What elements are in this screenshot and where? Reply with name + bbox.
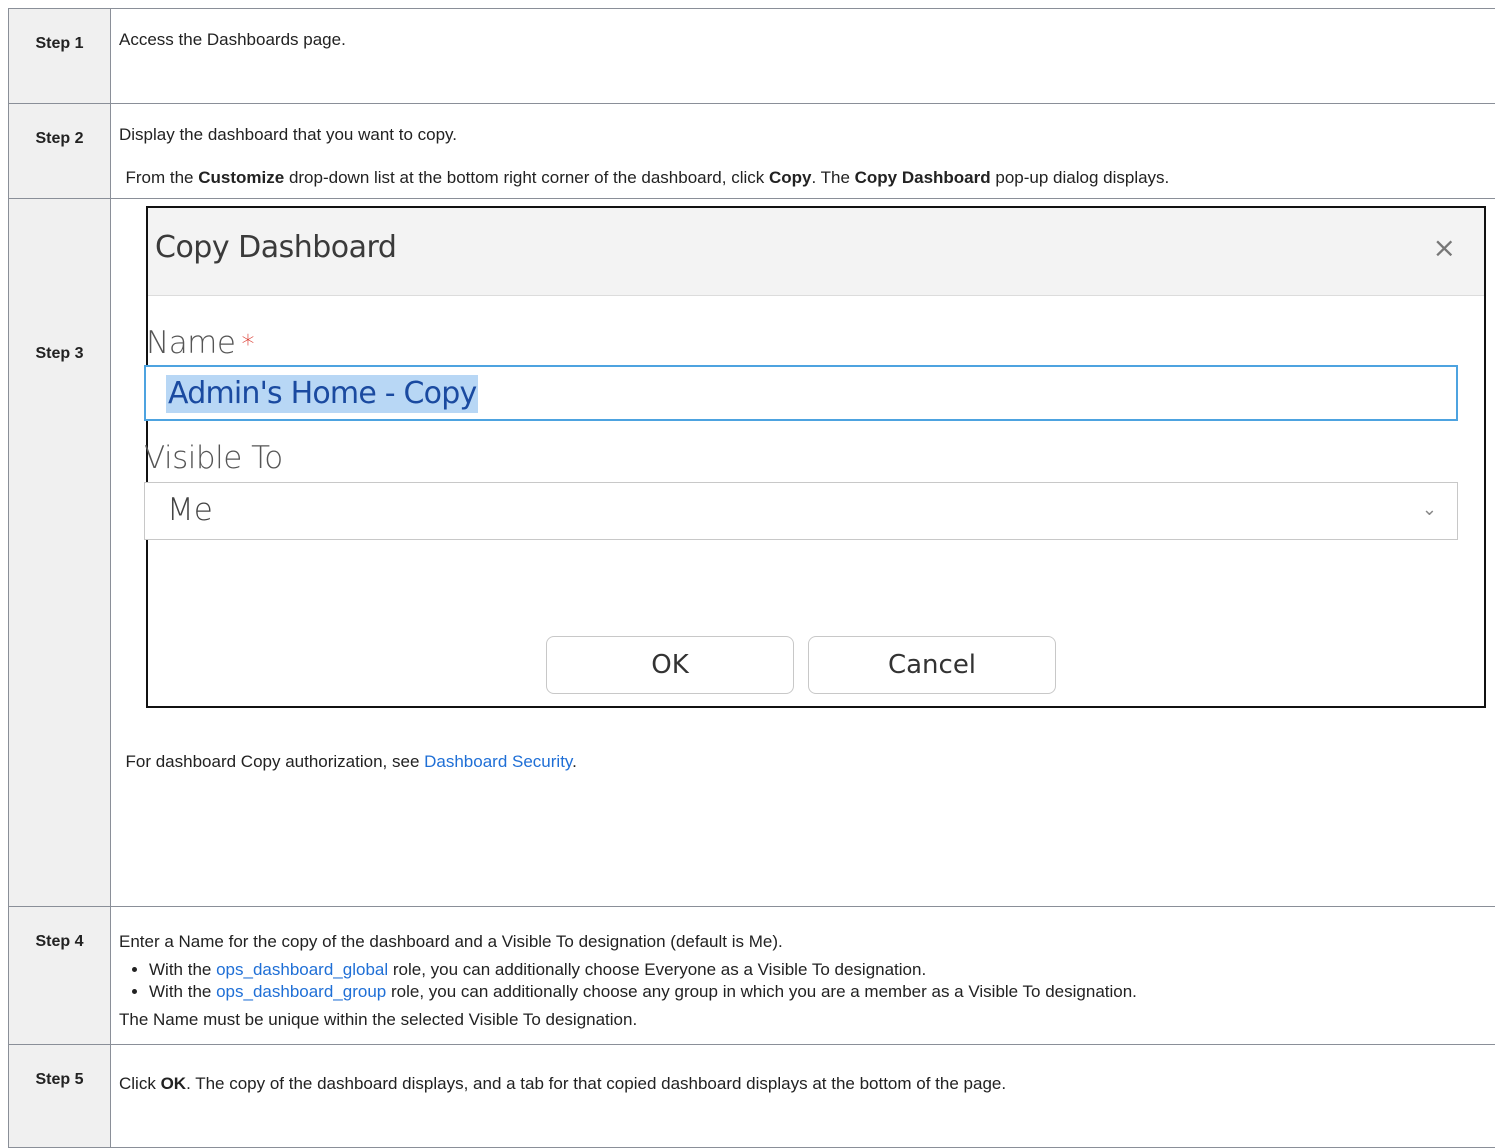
text-run: role, you can additionally choose Everyo…: [388, 960, 926, 979]
step-row: Step 1 Access the Dashboards page.: [9, 9, 1495, 104]
text-run: pop-up dialog displays.: [991, 168, 1170, 187]
step-label: Step 3: [9, 199, 111, 907]
step-content: Click OK. The copy of the dashboard disp…: [111, 1045, 1495, 1148]
ops-dashboard-global-link[interactable]: ops_dashboard_global: [216, 960, 388, 979]
visible-to-select[interactable]: Me ⌄: [144, 482, 1458, 540]
text-bold: OK: [161, 1074, 187, 1093]
visible-to-value: Me: [167, 492, 213, 528]
name-input[interactable]: Admin's Home - Copy: [144, 365, 1458, 421]
ops-dashboard-group-link[interactable]: ops_dashboard_group: [216, 982, 386, 1001]
text-run: From the: [126, 168, 199, 187]
text-bold: Copy: [769, 168, 812, 187]
step-row: Step 4 Enter a Name for the copy of the …: [9, 907, 1495, 1045]
visible-to-label: Visible To: [144, 440, 283, 476]
text-run: With the: [149, 982, 216, 1001]
name-label: Name*: [146, 325, 254, 361]
chevron-down-icon: ⌄: [1422, 499, 1437, 520]
name-label-text: Name: [146, 325, 235, 361]
step-3-text: From the Customize drop-down list at the…: [126, 167, 1170, 189]
step-label: Step 5: [9, 1045, 111, 1148]
authorization-note: For dashboard Copy authorization, see Da…: [126, 751, 577, 773]
dashboard-security-link[interactable]: Dashboard Security: [424, 752, 572, 771]
list-item: With the ops_dashboard_global role, you …: [149, 959, 1494, 981]
text-run: With the: [149, 960, 216, 979]
step-4-outro: The Name must be unique within the selec…: [119, 1009, 1494, 1031]
name-input-value: Admin's Home - Copy: [166, 375, 478, 413]
copy-dashboard-dialog: Copy Dashboard × Name* Admin's Home - Co…: [146, 206, 1486, 708]
step-label: Step 2: [9, 104, 111, 199]
dialog-title: Copy Dashboard: [155, 230, 396, 265]
ok-button[interactable]: OK: [546, 636, 794, 694]
text-run: .: [572, 752, 577, 771]
text-run: . The: [811, 168, 854, 187]
step-content: Enter a Name for the copy of the dashboa…: [111, 907, 1495, 1045]
cancel-button[interactable]: Cancel: [808, 636, 1056, 694]
step-label: Step 4: [9, 907, 111, 1045]
text-run: For dashboard Copy authorization, see: [126, 752, 425, 771]
step-4-intro: Enter a Name for the copy of the dashboa…: [119, 931, 1494, 953]
close-icon[interactable]: ×: [1433, 234, 1456, 262]
text-bold: Copy Dashboard: [855, 168, 991, 187]
list-item: With the ops_dashboard_group role, you c…: [149, 981, 1494, 1003]
text-run: role, you can additionally choose any gr…: [386, 982, 1137, 1001]
required-indicator: *: [241, 330, 254, 360]
step-text: Access the Dashboards page.: [111, 9, 1495, 104]
text-run: drop-down list at the bottom right corne…: [284, 168, 769, 187]
text-bold: Customize: [198, 168, 284, 187]
step-label: Step 1: [9, 9, 111, 104]
step-row: Step 5 Click OK. The copy of the dashboa…: [9, 1045, 1495, 1148]
role-list: With the ops_dashboard_global role, you …: [119, 959, 1494, 1003]
text-run: . The copy of the dashboard displays, an…: [186, 1074, 1006, 1093]
text-run: Click: [119, 1074, 161, 1093]
dialog-header: Copy Dashboard ×: [148, 208, 1484, 296]
